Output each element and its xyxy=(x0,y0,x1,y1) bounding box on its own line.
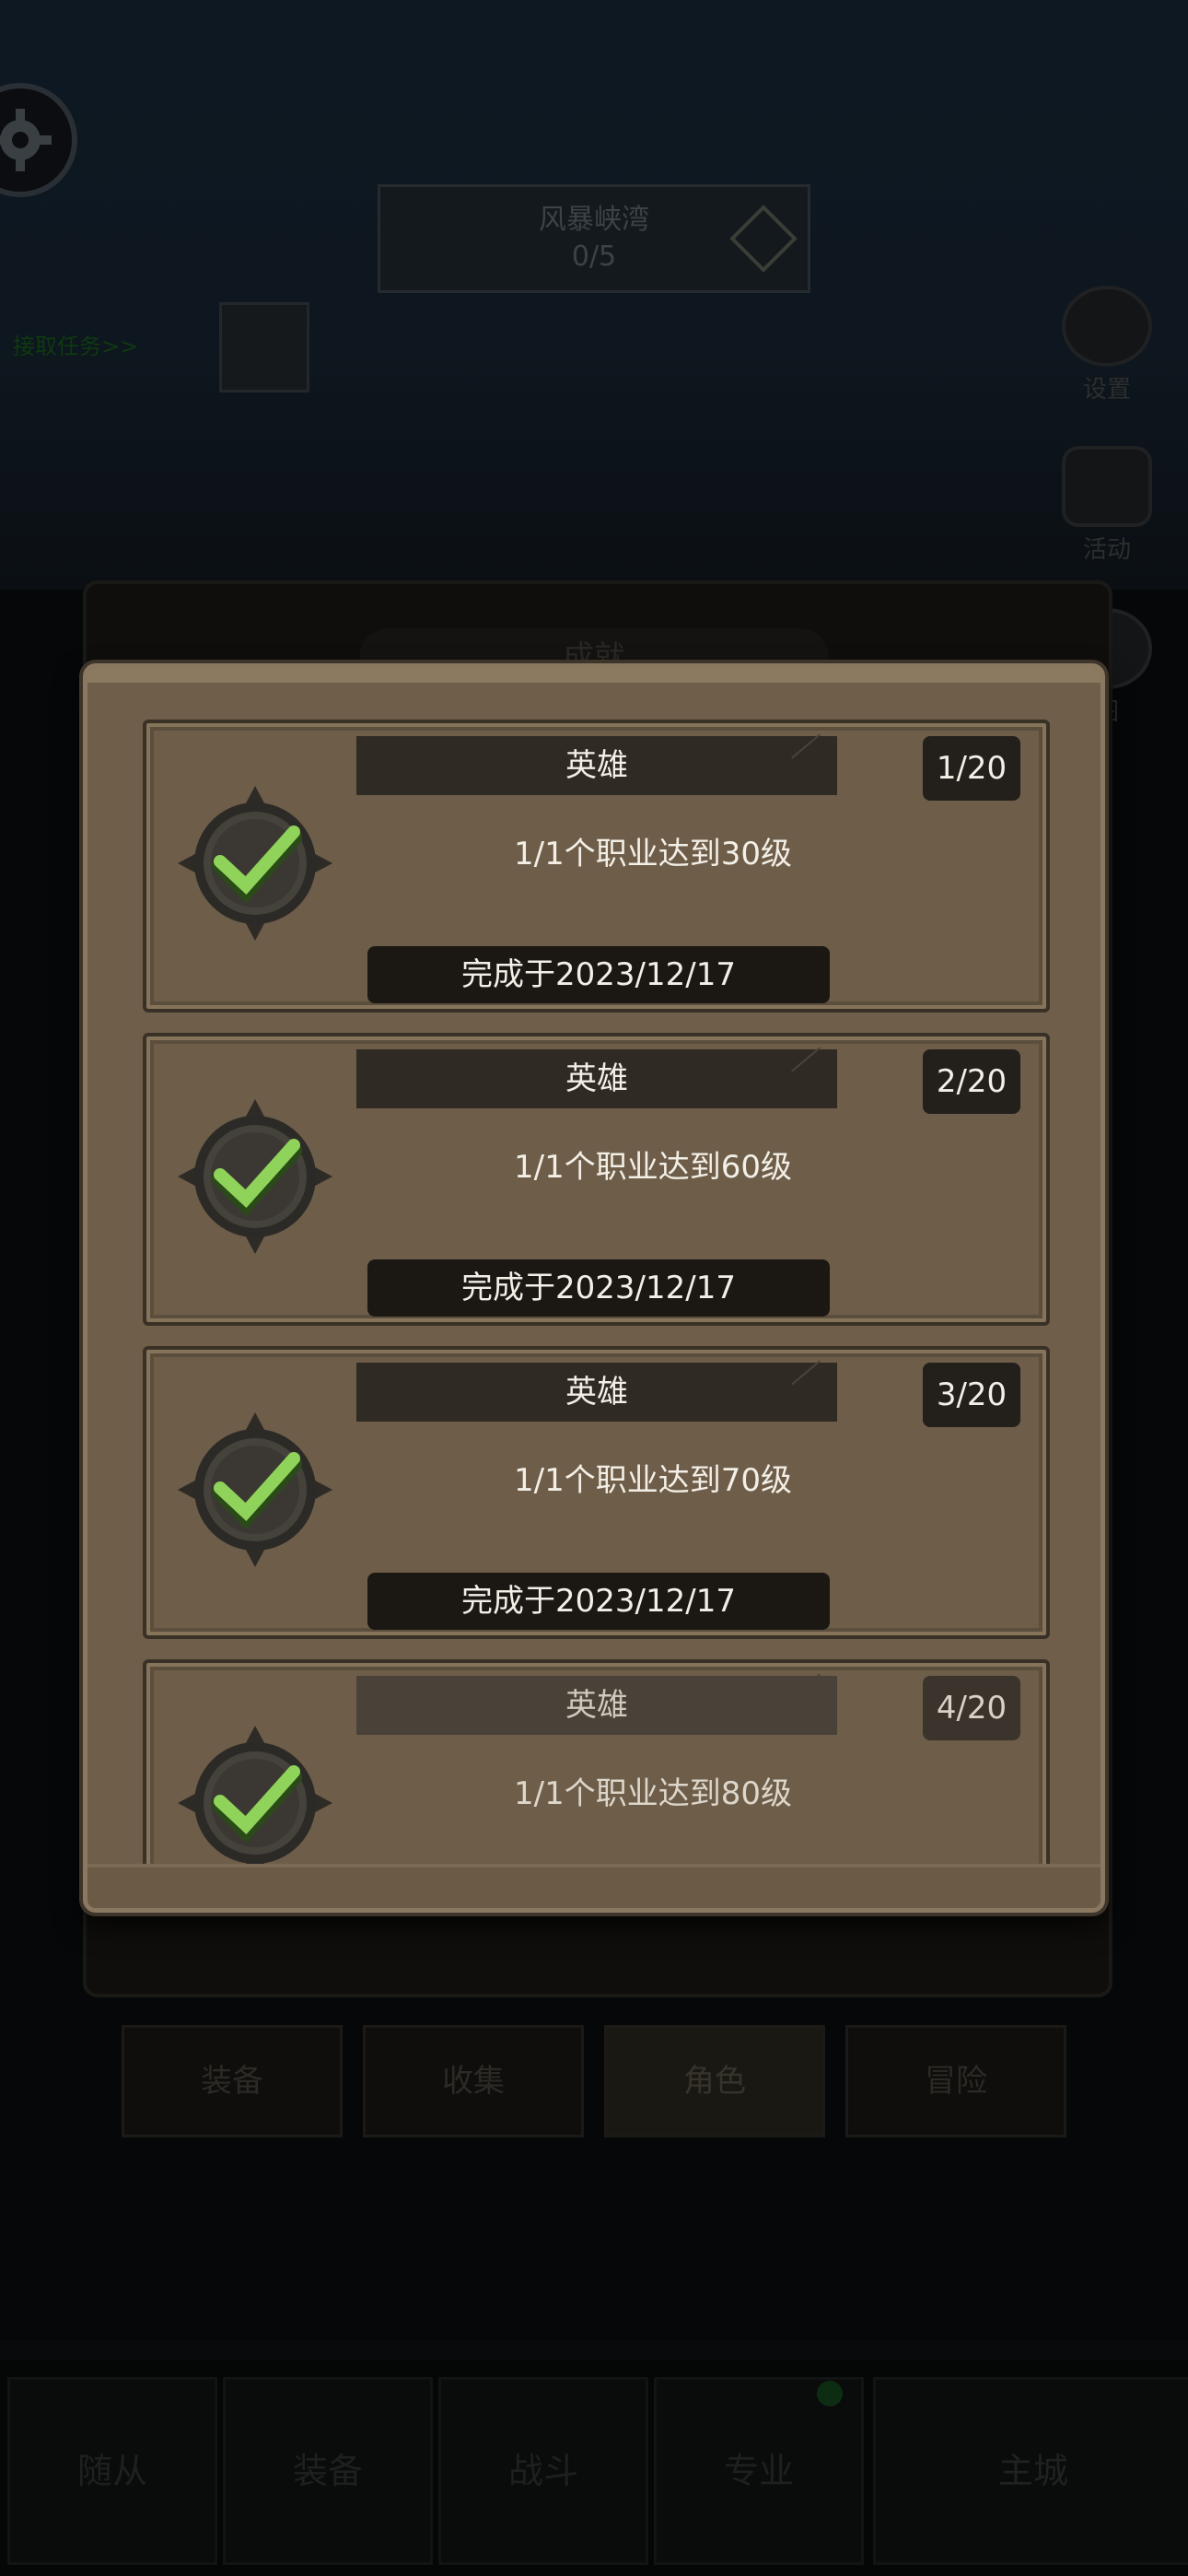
achievement-description: 1/1个职业达到60级 xyxy=(514,1149,792,1186)
achievement-completed-date: 完成于2023/12/17 xyxy=(367,1573,830,1630)
checkmark-badge-icon xyxy=(178,786,332,941)
achievement-count: 1/20 xyxy=(923,736,1020,801)
achievement-description: 1/1个职业达到70级 xyxy=(514,1462,792,1499)
nav-main-city[interactable]: 主城 xyxy=(873,2377,1188,2565)
checkmark-badge-icon xyxy=(178,1412,332,1567)
nav-equipment[interactable]: 装备 xyxy=(223,2377,433,2565)
achievement-description: 1/1个职业达到80级 xyxy=(514,1775,792,1812)
achievement-modal: 英雄 1/20 1/1个职业达到30级 完成于2023/12/17 英雄 2/2… xyxy=(83,663,1105,1913)
area-banner[interactable]: 风暴峡湾 0/5 xyxy=(378,184,810,293)
cart-icon xyxy=(1062,446,1152,527)
category-tabs: 装备 收集 角色 冒险 xyxy=(122,2025,1070,2137)
side-activity-label: 活动 xyxy=(1082,536,1131,564)
quest-icon[interactable] xyxy=(219,302,309,392)
notification-dot xyxy=(817,2381,843,2406)
achievement-card: 英雄 3/20 1/1个职业达到70级 完成于2023/12/17 xyxy=(143,1346,1050,1639)
checkmark-badge-icon xyxy=(178,1726,332,1867)
achievement-title: 英雄 xyxy=(356,1049,837,1108)
achievement-title: 英雄 xyxy=(356,1676,837,1735)
achievement-count: 2/20 xyxy=(923,1049,1020,1114)
checkmark-badge-icon xyxy=(178,1099,332,1254)
tab-equipment[interactable]: 装备 xyxy=(122,2025,343,2137)
achievement-completed-date: 完成于2023/12/17 xyxy=(367,1259,830,1317)
accept-quest-link[interactable]: 接取任务>> xyxy=(13,328,138,360)
tab-character[interactable]: 角色 xyxy=(604,2025,825,2137)
bottom-nav: 随从 装备 战斗 专业 主城 xyxy=(0,2360,1188,2576)
side-settings-label: 设置 xyxy=(1082,376,1131,404)
achievement-list[interactable]: 英雄 1/20 1/1个职业达到30级 完成于2023/12/17 英雄 2/2… xyxy=(143,720,1050,1867)
tab-collection[interactable]: 收集 xyxy=(363,2025,584,2137)
gear-icon xyxy=(0,109,52,171)
game-scene-background xyxy=(0,0,1188,590)
achievement-card: 英雄 4/20 1/1个职业达到80级 xyxy=(143,1659,1050,1867)
achievement-card: 英雄 1/20 1/1个职业达到30级 完成于2023/12/17 xyxy=(143,720,1050,1013)
side-activity-button[interactable]: 活动 xyxy=(1048,446,1166,564)
achievement-count: 4/20 xyxy=(923,1676,1020,1740)
nav-followers[interactable]: 随从 xyxy=(7,2377,217,2565)
achievement-title: 英雄 xyxy=(356,736,837,795)
achievement-card: 英雄 2/20 1/1个职业达到60级 完成于2023/12/17 xyxy=(143,1033,1050,1326)
achievement-description: 1/1个职业达到30级 xyxy=(514,836,792,872)
side-settings-button[interactable]: 设置 xyxy=(1048,286,1166,404)
tab-adventure[interactable]: 冒险 xyxy=(845,2025,1066,2137)
modal-bottom-edge xyxy=(87,1864,1101,1908)
achievement-completed-date: 完成于2023/12/17 xyxy=(367,946,830,1003)
gear-icon xyxy=(1062,286,1152,367)
nav-battle[interactable]: 战斗 xyxy=(438,2377,648,2565)
achievement-title: 英雄 xyxy=(356,1363,837,1422)
achievement-count: 3/20 xyxy=(923,1363,1020,1427)
